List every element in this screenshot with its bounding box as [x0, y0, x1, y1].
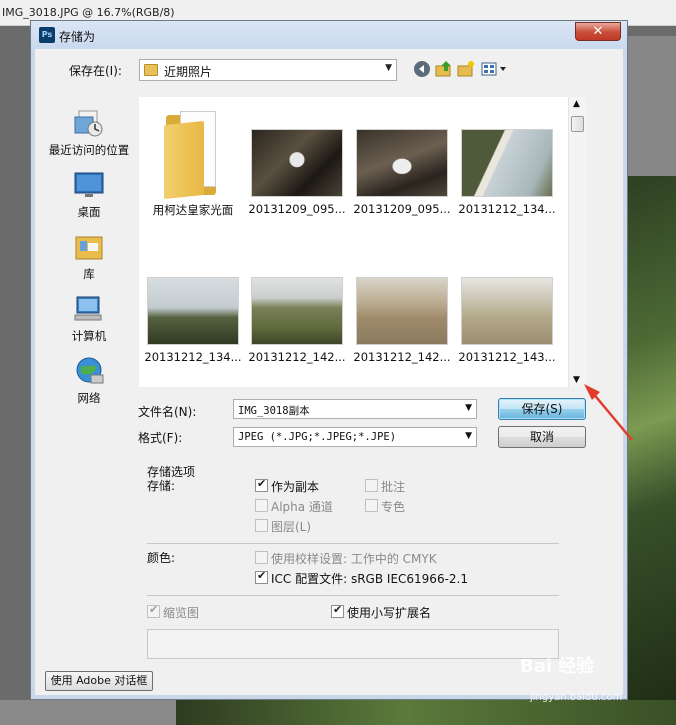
watermark-logo: Bai 经验: [520, 656, 595, 677]
annotation-arrow: [584, 384, 633, 441]
watermark-url: jingyan.baidu.com: [530, 692, 623, 703]
